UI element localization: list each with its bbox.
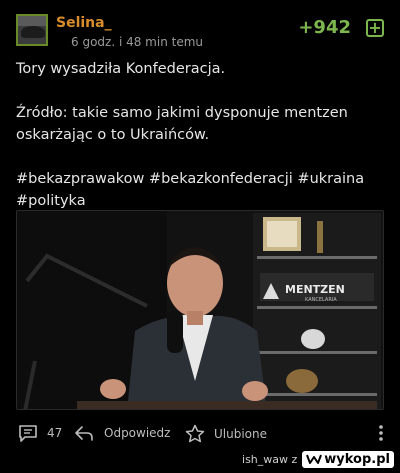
post-body: Tory wysadziła Konfederacja. Źródło: tak… <box>16 58 386 212</box>
wykop-logo: wykop.pl <box>302 450 394 468</box>
post-hashtags[interactable]: #bekazprawakow #bekazkonfederacji #ukrai… <box>16 168 386 212</box>
reply-arrow-icon <box>75 426 93 441</box>
sign-main-text: MENTZEN <box>285 283 345 296</box>
studio-photo: MENTZEN KANCELARIA <box>17 211 383 409</box>
more-options-button[interactable] <box>378 424 384 442</box>
post-timestamp[interactable]: 6 godz. i 48 min temu <box>71 35 203 49</box>
wykop-logo-icon <box>306 454 323 464</box>
post-header: Selina_ 6 godz. i 48 min temu +942 + <box>16 14 384 50</box>
favorite-button[interactable]: Ulubione <box>185 424 267 443</box>
watermark: ish_waw z wykop.pl <box>242 448 394 470</box>
sign-sub-text: KANCELARIA <box>305 297 337 303</box>
reply-label: Odpowiedz <box>104 426 171 440</box>
favorite-label: Ulubione <box>214 426 268 441</box>
avatar[interactable] <box>16 14 48 46</box>
watermark-site: wykop.pl <box>324 451 390 467</box>
post-line-2: Źródło: takie samo jakimi dysponuje ment… <box>16 105 348 143</box>
vertical-dots-icon <box>379 425 383 441</box>
comments-button[interactable]: 47 <box>18 424 62 442</box>
username-link[interactable]: Selina_ <box>56 15 112 31</box>
reply-button[interactable]: Odpowiedz <box>74 424 170 442</box>
post-line-1: Tory wysadziła Konfederacja. <box>16 61 226 77</box>
upvote-button[interactable]: + <box>366 19 384 37</box>
post-actions: 47 Odpowiedz Ulubione <box>16 422 384 446</box>
comments-count: 47 <box>47 426 63 440</box>
comment-icon <box>19 425 37 442</box>
watermark-prefix: ish_waw z <box>242 452 298 466</box>
vote-score: +942 <box>298 17 351 38</box>
embedded-image[interactable]: MENTZEN KANCELARIA <box>16 210 384 410</box>
star-icon <box>185 424 205 443</box>
